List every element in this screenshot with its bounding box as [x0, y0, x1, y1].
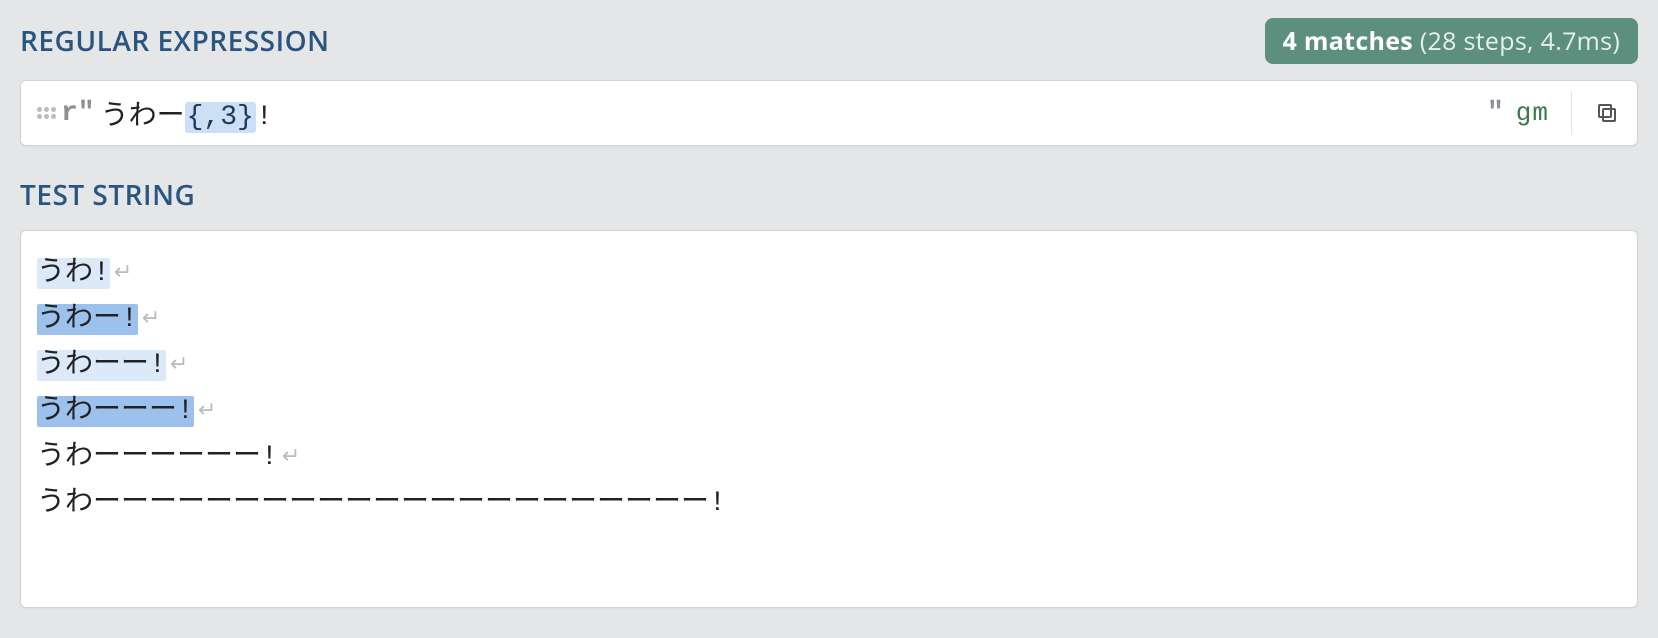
- test-string-box[interactable]: うわ!↵うわー!↵うわーー!↵うわーーー!↵うわーーーーーー!↵うわーーーーーー…: [20, 230, 1638, 608]
- regex-pattern[interactable]: うわー{,3}!: [101, 93, 273, 133]
- test-section-title: TEST STRING: [20, 176, 195, 214]
- test-text: うわーーー!: [37, 396, 194, 427]
- test-line: うわーーーーーー!↵: [37, 435, 1621, 481]
- pattern-quantifier: {,3}: [185, 102, 256, 133]
- test-line: うわーー!↵: [37, 343, 1621, 389]
- test-line: うわーーーーーーーーーーーーーーーーーーーーーー!: [37, 481, 1621, 527]
- regex-flags[interactable]: gm: [1516, 98, 1549, 128]
- newline-icon: ↵: [278, 445, 300, 470]
- regex-close-delimiter: ": [1487, 98, 1504, 129]
- newline-icon: ↵: [110, 261, 132, 286]
- test-line: うわ!↵: [37, 251, 1621, 297]
- test-text: うわー!: [37, 304, 138, 335]
- newline-icon: ↵: [166, 353, 188, 378]
- regex-open-delimiter: r": [61, 98, 95, 129]
- match-summary-badge: 4 matches (28 steps, 4.7ms): [1265, 18, 1638, 64]
- match-details: (28 steps, 4.7ms): [1420, 24, 1620, 58]
- test-header: TEST STRING: [20, 170, 1638, 220]
- regex-section-title: REGULAR EXPRESSION: [20, 22, 330, 60]
- copy-icon: [1595, 101, 1619, 125]
- test-line: うわーーー!↵: [37, 389, 1621, 435]
- newline-icon: ↵: [138, 307, 160, 332]
- newline-icon: ↵: [194, 399, 216, 424]
- drag-handle-icon[interactable]: [35, 107, 57, 119]
- test-text: うわーーーーーー!: [37, 442, 278, 473]
- pattern-prefix: うわー: [101, 102, 185, 133]
- test-text: うわーー!: [37, 350, 166, 381]
- copy-regex-button[interactable]: [1571, 91, 1623, 135]
- match-count: 4 matches: [1283, 24, 1413, 58]
- test-text: うわ!: [37, 258, 110, 289]
- regex-header: REGULAR EXPRESSION 4 matches (28 steps, …: [20, 12, 1638, 70]
- test-text: うわーーーーーーーーーーーーーーーーーーーーーー!: [37, 488, 726, 519]
- regex-input-box[interactable]: r" うわー{,3}! " gm: [20, 80, 1638, 146]
- test-line: うわー!↵: [37, 297, 1621, 343]
- pattern-suffix: !: [256, 102, 273, 133]
